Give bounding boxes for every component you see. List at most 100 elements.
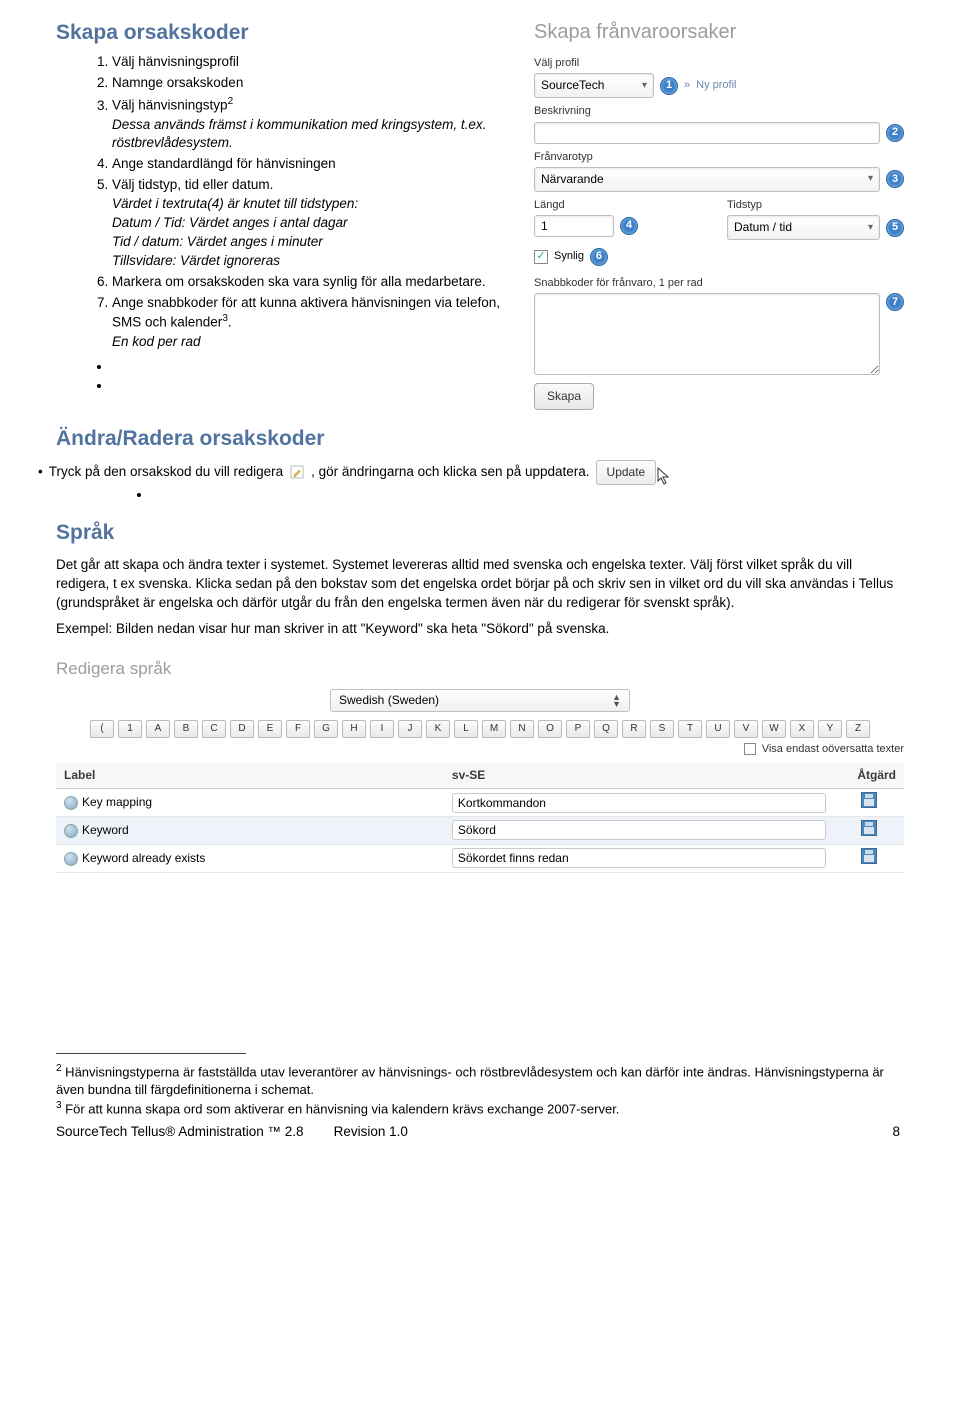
- form-panel: Skapa frånvaroorsaker Välj profil Source…: [534, 18, 904, 410]
- save-icon[interactable]: [861, 792, 877, 808]
- alpha-key-M[interactable]: M: [482, 720, 506, 738]
- sprak-paragraph: Det går att skapa och ändra texter i sys…: [56, 556, 904, 613]
- alpha-key-Z[interactable]: Z: [846, 720, 870, 738]
- alpha-key-D[interactable]: D: [230, 720, 254, 738]
- globe-icon: [64, 824, 78, 838]
- footer-mid: Revision 1.0: [334, 1123, 408, 1142]
- crumb-new-profile[interactable]: Ny profil: [696, 78, 736, 93]
- cell-label: Key mapping: [56, 789, 444, 817]
- edit-instructions: • Tryck på den orsakskod du vill rediger…: [56, 460, 904, 486]
- alpha-key-([interactable]: (: [90, 720, 114, 738]
- alpha-key-L[interactable]: L: [454, 720, 478, 738]
- steps-list: Välj hänvisningsprofil Namnge orsakskode…: [56, 53, 510, 351]
- badge-4: 4: [620, 217, 638, 235]
- chevron-down-icon: ▾: [642, 79, 647, 93]
- cell-sv: [444, 789, 834, 817]
- language-select[interactable]: Swedish (Sweden) ▲▼: [330, 689, 630, 712]
- description-input[interactable]: [534, 122, 880, 144]
- untranslated-checkbox[interactable]: [744, 743, 756, 755]
- lang-editor-panel: Redigera språk Swedish (Sweden) ▲▼ (1ABC…: [56, 657, 904, 872]
- quickcodes-textarea[interactable]: [534, 293, 880, 375]
- step-1: Välj hänvisningsprofil: [112, 53, 510, 72]
- alpha-key-K[interactable]: K: [426, 720, 450, 738]
- untranslated-filter[interactable]: Visa endast oöversatta texter: [56, 742, 904, 757]
- label-quickcodes: Snabbkoder för frånvaro, 1 per rad: [534, 276, 904, 291]
- cell-action: [834, 816, 904, 844]
- cell-label: Keyword: [56, 816, 444, 844]
- footnote-3: 3 För att kunna skapa ord som aktiverar …: [56, 1099, 904, 1119]
- alpha-key-I[interactable]: I: [370, 720, 394, 738]
- badge-3: 3: [886, 170, 904, 188]
- alpha-key-J[interactable]: J: [398, 720, 422, 738]
- alpha-key-S[interactable]: S: [650, 720, 674, 738]
- alpha-key-P[interactable]: P: [566, 720, 590, 738]
- lang-table: Label sv-SE Åtgärd Key mappingKeywordKey…: [56, 763, 904, 872]
- alpha-key-W[interactable]: W: [762, 720, 786, 738]
- alpha-key-Q[interactable]: Q: [594, 720, 618, 738]
- alpha-key-A[interactable]: A: [146, 720, 170, 738]
- chevron-down-icon: ▾: [868, 221, 873, 235]
- panel-title: Skapa frånvaroorsaker: [534, 18, 904, 46]
- alpha-key-G[interactable]: G: [314, 720, 338, 738]
- badge-5: 5: [886, 219, 904, 237]
- footer-left: SourceTech Tellus® Administration ™ 2.8: [56, 1123, 304, 1142]
- alpha-key-1[interactable]: 1: [118, 720, 142, 738]
- step-4: Ange standardlängd för hänvisningen: [112, 155, 510, 174]
- alpha-key-H[interactable]: H: [342, 720, 366, 738]
- create-button[interactable]: Skapa: [534, 383, 594, 410]
- alpha-key-B[interactable]: B: [174, 720, 198, 738]
- step-5-text-b: Värdet i textruta(4) är knutet till tids…: [112, 196, 358, 268]
- alpha-key-X[interactable]: X: [790, 720, 814, 738]
- sprak-example: Exempel: Bilden nedan visar hur man skri…: [56, 620, 904, 639]
- cell-action: [834, 844, 904, 872]
- timetype-select[interactable]: Datum / tid ▾: [727, 215, 880, 240]
- crumb-sep: »: [684, 78, 690, 93]
- alpha-key-E[interactable]: E: [258, 720, 282, 738]
- visible-checkbox[interactable]: ✓: [534, 250, 548, 264]
- label-description: Beskrivning: [534, 104, 904, 119]
- alpha-key-U[interactable]: U: [706, 720, 730, 738]
- alpha-bar: (1ABCDEFGHIJKLMNOPQRSTUVWXYZ: [56, 720, 904, 738]
- language-select-value: Swedish (Sweden): [339, 692, 439, 709]
- save-icon[interactable]: [861, 820, 877, 836]
- edit-line-b: , gör ändringarna och klicka sen på uppd…: [311, 463, 589, 482]
- pencil-icon[interactable]: [289, 465, 305, 481]
- alpha-key-T[interactable]: T: [678, 720, 702, 738]
- update-button[interactable]: Update: [596, 460, 657, 485]
- step-7-text-a: Ange snabbkoder för att kunna aktivera h…: [112, 295, 500, 330]
- step-3-sup: 2: [228, 96, 234, 107]
- step-2: Namnge orsakskoden: [112, 74, 510, 93]
- alpha-key-C[interactable]: C: [202, 720, 226, 738]
- alpha-key-N[interactable]: N: [510, 720, 534, 738]
- label-length: Längd: [534, 198, 711, 213]
- step-6: Markera om orsakskoden ska vara synlig f…: [112, 273, 510, 292]
- cell-label: Keyword already exists: [56, 844, 444, 872]
- footnote-rule: [56, 1053, 246, 1054]
- footnote-3-text: För att kunna skapa ord som aktiverar en…: [62, 1102, 620, 1117]
- chevron-down-icon: ▾: [868, 172, 873, 186]
- label-absence-type: Frånvarotyp: [534, 150, 904, 165]
- alpha-key-F[interactable]: F: [286, 720, 310, 738]
- length-input[interactable]: [534, 215, 614, 237]
- alpha-key-R[interactable]: R: [622, 720, 646, 738]
- step-7-post: .: [228, 315, 232, 330]
- alpha-key-V[interactable]: V: [734, 720, 758, 738]
- translation-input[interactable]: [452, 848, 826, 868]
- translation-input[interactable]: [452, 820, 826, 840]
- heading-sprak: Språk: [56, 518, 904, 547]
- alpha-key-O[interactable]: O: [538, 720, 562, 738]
- cell-sv: [444, 844, 834, 872]
- updown-icon: ▲▼: [612, 694, 621, 708]
- heading-skapa-orsakskoder: Skapa orsakskoder: [56, 18, 510, 47]
- visible-label: Synlig: [554, 249, 584, 264]
- untranslated-label: Visa endast oöversatta texter: [762, 743, 904, 755]
- step-7-text-b: En kod per rad: [112, 334, 201, 349]
- step-5: Välj tidstyp, tid eller datum. Värdet i …: [112, 176, 510, 270]
- save-icon[interactable]: [861, 848, 877, 864]
- globe-icon: [64, 852, 78, 866]
- alpha-key-Y[interactable]: Y: [818, 720, 842, 738]
- absence-type-select[interactable]: Närvarande ▾: [534, 167, 880, 192]
- cursor-icon: [656, 466, 672, 486]
- translation-input[interactable]: [452, 793, 826, 813]
- profile-select[interactable]: SourceTech ▾: [534, 73, 654, 98]
